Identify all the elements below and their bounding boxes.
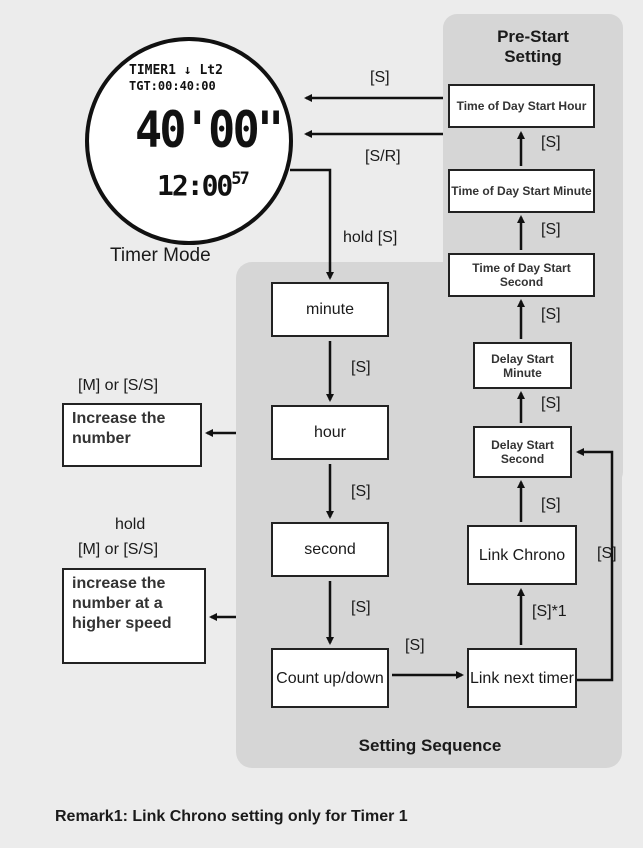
arrow-next-to-delay xyxy=(576,448,614,682)
arrow-watch-to-minute xyxy=(290,168,334,280)
remark: Remark1: Link Chrono setting only for Ti… xyxy=(55,808,408,825)
connector-arrows xyxy=(205,94,614,682)
